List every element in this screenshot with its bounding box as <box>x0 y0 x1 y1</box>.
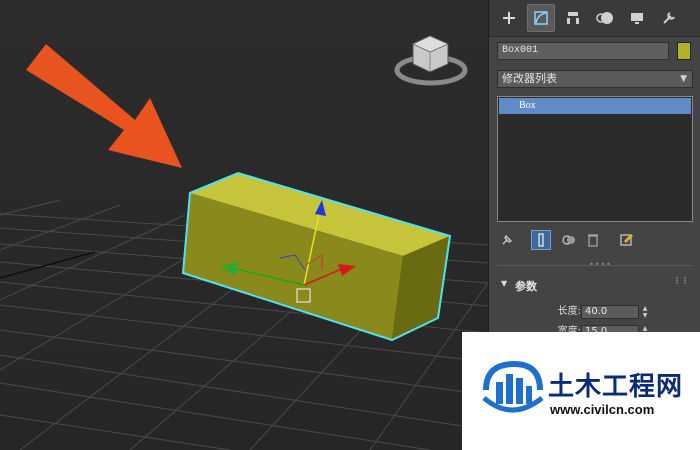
perspective-viewport[interactable] <box>0 0 488 450</box>
modify-icon[interactable] <box>527 4 555 32</box>
panel-separator[interactable]: •••• <box>497 261 693 269</box>
civilcn-logo-icon <box>482 360 544 413</box>
remove-modifier-icon[interactable] <box>583 230 603 250</box>
rollout-title: 参数 <box>515 280 537 293</box>
expand-triangle-icon: ▼ <box>501 279 508 288</box>
object-color-swatch[interactable] <box>677 42 691 60</box>
chevron-down-icon: ▼ <box>680 74 687 84</box>
display-icon[interactable] <box>623 4 651 32</box>
watermark-title: 土木工程网 <box>548 372 684 402</box>
modifier-list-dropdown[interactable]: 修改器列表 ▼ <box>497 70 693 88</box>
object-name-row: Box001 <box>497 42 693 60</box>
make-unique-icon[interactable] <box>559 230 579 250</box>
utilities-icon[interactable] <box>655 4 683 32</box>
pin-stack-icon[interactable] <box>497 230 517 250</box>
modifier-stack: Box <box>497 96 693 222</box>
motion-icon[interactable] <box>591 4 619 32</box>
parameters-rollout-header[interactable]: ▼ 参数 ⋮⋮ <box>495 276 695 294</box>
rollout-grip-icon: ⋮⋮ <box>673 276 689 285</box>
modifier-list-label: 修改器列表 <box>502 72 557 85</box>
object-name-field[interactable]: Box001 <box>497 42 669 60</box>
param-length-label: 长度: <box>557 306 581 317</box>
configure-modifier-sets-icon[interactable] <box>617 230 637 250</box>
viewport-scene <box>0 0 488 450</box>
show-end-result-icon[interactable] <box>531 230 551 250</box>
param-length-row: 长度: 40.0 ▲ ▼ <box>489 304 700 320</box>
stack-item-box[interactable]: Box <box>499 98 691 114</box>
max-window: Box001 修改器列表 ▼ Box •••• ▼ 参数 ⋮⋮ 长度: 40.0… <box>0 0 700 450</box>
watermark-overlay: 土木工程网 www.civilcn.com <box>462 332 700 450</box>
stack-toolbar <box>497 230 693 250</box>
create-icon[interactable] <box>495 4 523 32</box>
watermark-url: www.civilcn.com <box>550 402 655 417</box>
length-spinner-icon[interactable]: ▲ ▼ <box>641 305 649 319</box>
param-length-field[interactable]: 40.0 <box>581 305 639 319</box>
hierarchy-icon[interactable] <box>559 4 587 32</box>
command-panel-tabs <box>489 0 700 37</box>
